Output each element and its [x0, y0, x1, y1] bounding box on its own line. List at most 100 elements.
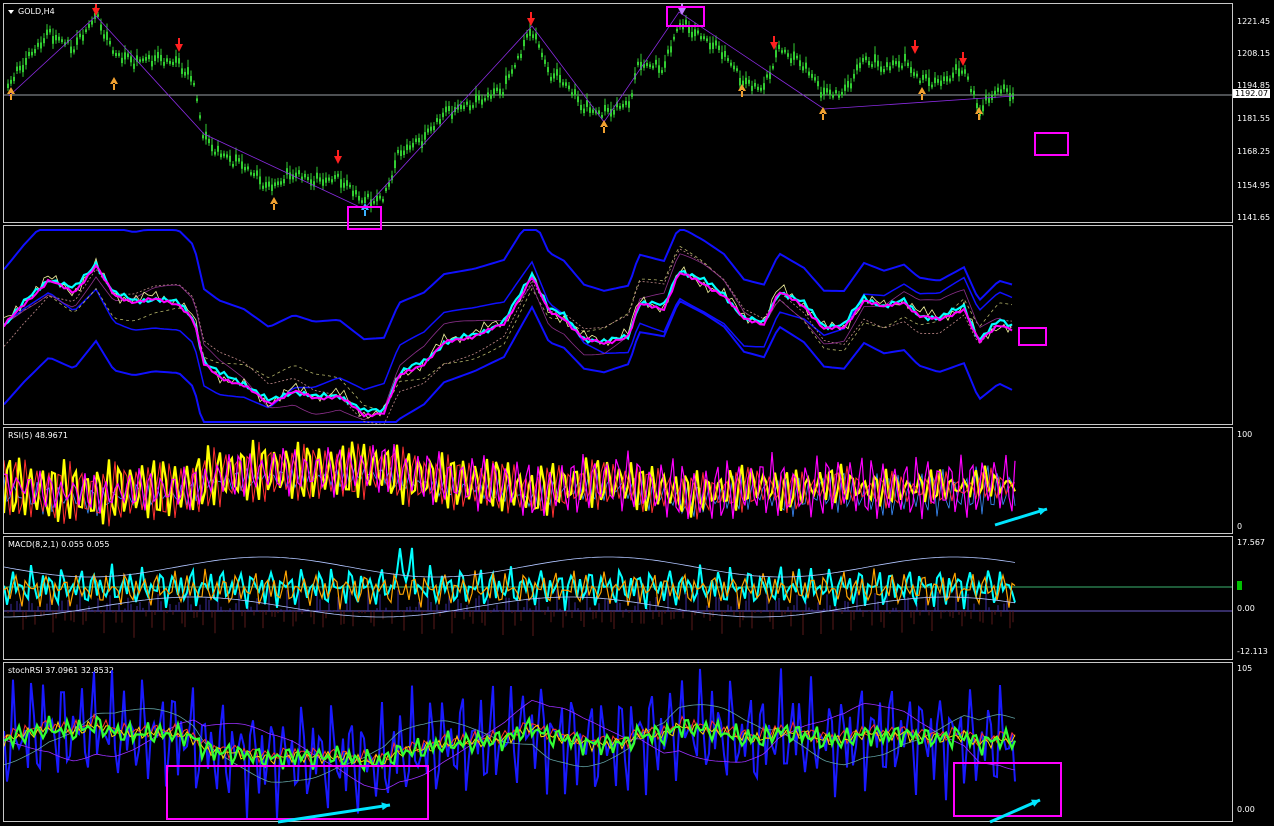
candle-body	[490, 94, 492, 99]
candle-body	[139, 59, 141, 62]
candle-body	[283, 179, 285, 184]
candle-body	[709, 42, 711, 50]
candle-body	[190, 76, 192, 82]
stochrsi-tick: 0.00	[1237, 805, 1255, 814]
candle-body	[940, 80, 942, 86]
candle-body	[613, 110, 615, 115]
candle-body	[691, 31, 693, 38]
candle-body	[958, 68, 960, 77]
macd-panel[interactable]: MACD(8,2,1) 0.055 0.055	[3, 536, 1233, 660]
candle-body	[844, 84, 846, 91]
candle-body	[13, 76, 15, 82]
candle-body	[904, 53, 906, 62]
bands-chart-canvas[interactable]	[4, 226, 1233, 425]
candle-body	[142, 58, 144, 62]
price-tick: 1221.45	[1237, 17, 1271, 26]
candle-body	[622, 103, 624, 108]
candle-body	[748, 79, 750, 84]
candle-body	[79, 33, 81, 38]
candle-body	[736, 68, 738, 71]
candle-body	[148, 54, 150, 60]
macd-value-marker	[1237, 581, 1242, 590]
candle-body	[460, 104, 462, 110]
stochrsi-panel[interactable]: stochRSI 37.0961 32.8532	[3, 662, 1233, 822]
sell-arrow-icon	[527, 12, 535, 26]
candle-body	[82, 34, 84, 41]
candle-body	[547, 67, 549, 73]
zigzag-line	[8, 11, 1015, 210]
candle-body	[235, 154, 237, 162]
stochrsi-chart-canvas[interactable]	[4, 663, 1233, 822]
candle-body	[838, 94, 840, 98]
candle-body	[238, 158, 240, 162]
candle-body	[649, 64, 651, 68]
candle-body	[415, 138, 417, 142]
candle-body	[169, 60, 171, 64]
candle-body	[256, 170, 258, 176]
candle-body	[754, 82, 756, 87]
price-panel[interactable]: GOLD,H4	[3, 3, 1233, 223]
candle-body	[661, 70, 663, 73]
macd-chart-canvas[interactable]	[4, 537, 1233, 660]
candle-body	[508, 74, 510, 78]
candle-body	[994, 90, 996, 96]
candle-body	[157, 52, 159, 59]
candle-body	[226, 154, 228, 158]
price-chart-canvas[interactable]	[4, 4, 1233, 223]
sell-arrow-icon	[678, 4, 686, 15]
candle-body	[796, 55, 798, 59]
candle-body	[925, 74, 927, 79]
candle-body	[871, 64, 873, 67]
candle-body	[955, 64, 957, 71]
candle-body	[775, 50, 777, 58]
candle-body	[496, 87, 498, 91]
candle-body	[787, 53, 789, 57]
candle-body	[760, 87, 762, 91]
candle-body	[1000, 89, 1002, 94]
candle-body	[7, 83, 9, 88]
candle-body	[859, 62, 861, 69]
rsi-chart-canvas[interactable]	[4, 428, 1233, 534]
candle-body	[403, 150, 405, 155]
candle-body	[412, 142, 414, 148]
rsi-panel[interactable]: RSI(5) 48.9671	[3, 427, 1233, 534]
candle-body	[553, 73, 555, 79]
candle-body	[907, 62, 909, 66]
candle-body	[361, 200, 363, 203]
candle-body	[130, 56, 132, 63]
candle-body	[970, 89, 972, 93]
candle-body	[304, 173, 306, 178]
candle-body	[832, 94, 834, 98]
candle-body	[85, 29, 87, 33]
candle-body	[247, 166, 249, 170]
candle-body	[175, 56, 177, 63]
candle-body	[1003, 84, 1005, 90]
candle-body	[115, 53, 117, 57]
candle-body	[163, 61, 165, 66]
candle-body	[484, 98, 486, 101]
rsi-tick: 100	[1237, 430, 1253, 439]
candle-body	[997, 87, 999, 92]
candle-body	[184, 71, 186, 76]
price-tick: 1181.55	[1237, 114, 1271, 123]
candle-body	[517, 55, 519, 59]
candle-body	[763, 83, 765, 90]
candle-body	[976, 103, 978, 109]
candle-body	[583, 108, 585, 114]
candle-body	[718, 45, 720, 51]
candle-body	[166, 58, 168, 62]
bands-panel[interactable]	[3, 225, 1233, 425]
candle-body	[325, 177, 327, 183]
candle-body	[442, 112, 444, 118]
candle-body	[337, 173, 339, 177]
buy-arrow-icon	[110, 77, 118, 90]
candle-body	[472, 105, 474, 108]
candle-body	[961, 70, 963, 74]
candle-body	[658, 65, 660, 73]
candle-body	[646, 62, 648, 67]
middle-band	[4, 260, 1013, 409]
candle-body	[367, 193, 369, 198]
candle-body	[886, 62, 888, 68]
candle-body	[715, 40, 717, 46]
candle-body	[16, 66, 18, 72]
